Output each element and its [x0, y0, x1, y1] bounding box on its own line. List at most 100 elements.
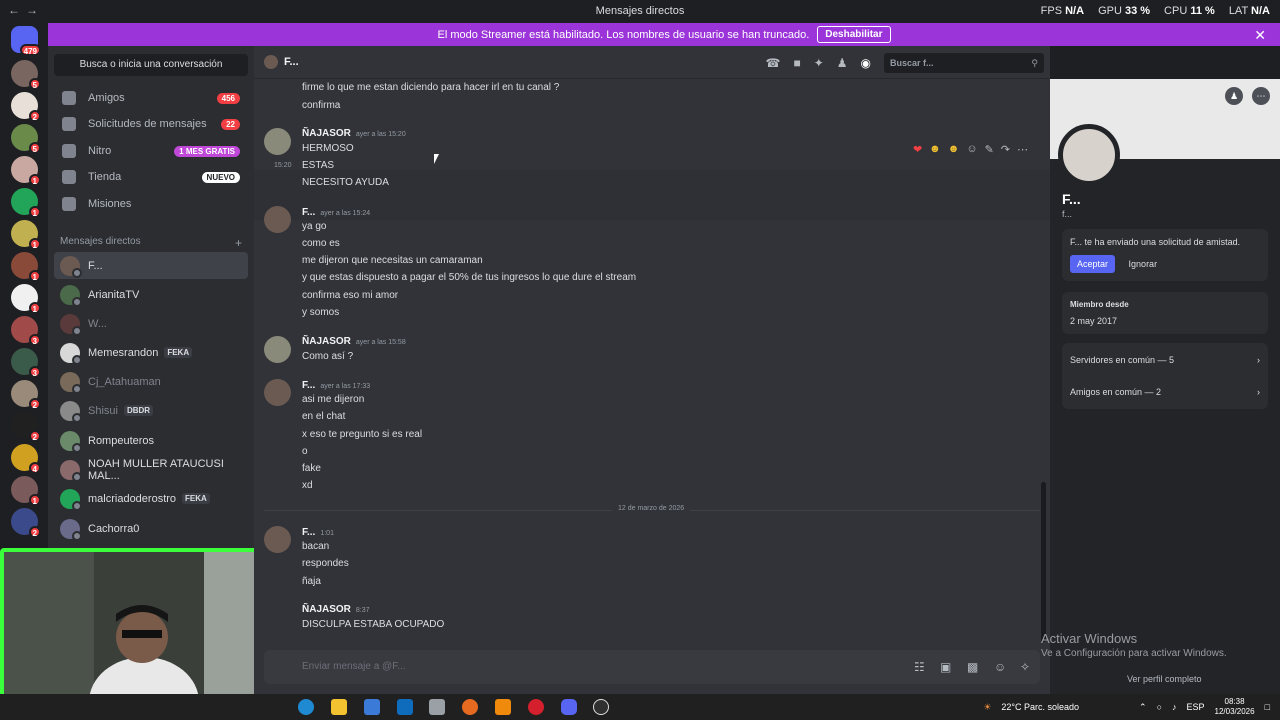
avatar[interactable] [264, 526, 291, 553]
edit-icon[interactable]: ✎ [985, 143, 994, 156]
message-timestamp: 1:01 [320, 530, 334, 537]
server-icon[interactable]: 5 [11, 60, 41, 90]
server-icon[interactable]: 3 [11, 316, 41, 346]
dm-item[interactable]: Shisui DBDR [54, 397, 248, 424]
weather-text[interactable]: 22°C Parc. soleado [1001, 702, 1079, 712]
ignore-button[interactable]: Ignorar [1122, 255, 1165, 273]
video-call-icon[interactable]: ■ [793, 56, 800, 70]
dm-item[interactable]: malcriadoderostro FEKA [54, 485, 248, 512]
vlc-icon[interactable] [495, 699, 511, 715]
day-separator: 12 de marzo de 2026 [264, 505, 1040, 512]
discord-icon[interactable] [561, 699, 577, 715]
firefox-icon[interactable] [462, 699, 478, 715]
add-dm-icon[interactable]: + [235, 236, 242, 250]
apps-icon[interactable]: ✧ [1020, 660, 1030, 674]
user-profile-icon[interactable]: ◉ [861, 56, 871, 70]
nav-shop[interactable]: Tienda NUEVO [54, 164, 248, 190]
message-text: bacan [302, 541, 330, 552]
dm-item[interactable]: ArianitaTV [54, 281, 248, 308]
server-icon[interactable]: 3 [11, 348, 41, 378]
outlook-icon[interactable] [397, 699, 413, 715]
search-conversation-button[interactable]: Busca o inicia una conversación [54, 54, 248, 76]
message-author[interactable]: ÑAJASOR ayer a las 15:20 [302, 128, 406, 139]
message-text: y que estas dispuesto a pagar el 50% de … [302, 272, 637, 283]
sticker-icon[interactable]: ▩ [967, 660, 978, 674]
avatar[interactable] [264, 206, 291, 233]
dm-item[interactable]: NOAH MULLER ATAUCUSI MAL... [54, 456, 248, 483]
nav-quests[interactable]: Misiones [54, 191, 248, 217]
message-input[interactable]: Enviar mensaje a @F... ☷ ▣ ▩ ☺ ✧ [264, 650, 1040, 684]
language-indicator[interactable]: ESP [1187, 702, 1205, 712]
server-icon[interactable]: 2 [11, 412, 41, 442]
avatar[interactable] [264, 336, 291, 363]
more-icon[interactable]: ⋯ [1017, 143, 1028, 156]
server-icon[interactable]: 2 [11, 380, 41, 410]
nav-message-requests[interactable]: Solicitudes de mensajes 22 [54, 111, 248, 137]
avatar[interactable] [264, 128, 291, 155]
dm-item[interactable]: Memesrandon FEKA [54, 339, 248, 366]
server-icon[interactable]: 5 [11, 124, 41, 154]
message-author[interactable]: ÑAJASOR ayer a las 15:58 [302, 336, 406, 347]
full-profile-link[interactable]: Ver perfil completo [1127, 674, 1202, 684]
mutual-servers[interactable]: Servidores en común — 5 › [1070, 351, 1260, 369]
hover-timestamp: 15:20 [274, 162, 292, 169]
server-icon[interactable]: 1 [11, 284, 41, 314]
profile-avatar[interactable] [1058, 124, 1120, 186]
server-icon[interactable]: 4 [11, 444, 41, 474]
scrollbar[interactable] [1041, 482, 1046, 642]
gif-icon[interactable]: ▣ [940, 660, 951, 674]
message-author[interactable]: F... ayer a las 15:24 [302, 207, 370, 218]
nav-friends[interactable]: Amigos 456 [54, 85, 248, 111]
disable-button[interactable]: Deshabilitar [817, 26, 891, 43]
chevron-up-icon[interactable]: ⌃ [1139, 702, 1147, 713]
add-friend-icon[interactable]: ♟ [1225, 87, 1243, 105]
avatar[interactable] [264, 379, 291, 406]
voice-call-icon[interactable]: ☎ [765, 56, 780, 70]
message-timestamp: ayer a las 15:58 [355, 339, 406, 346]
volume-icon[interactable]: ♪ [1172, 702, 1177, 712]
nav-nitro[interactable]: Nitro 1 MES GRATIS [54, 138, 248, 164]
obs-icon[interactable] [593, 699, 609, 715]
gift-icon[interactable]: ☷ [914, 660, 925, 674]
home-button[interactable]: 479 [11, 26, 41, 56]
server-icon[interactable]: 2 [11, 508, 41, 538]
heart-reaction-icon[interactable]: ❤ [913, 143, 922, 156]
close-icon[interactable]: ✕ [1254, 27, 1266, 44]
message-text: asi me dijeron [302, 394, 365, 405]
forward-icon[interactable]: ↷ [1001, 143, 1010, 156]
message-author[interactable]: F... ayer a las 17:33 [302, 380, 370, 391]
opera-icon[interactable] [528, 699, 544, 715]
dm-item[interactable]: W... [54, 310, 248, 337]
add-reaction-icon[interactable]: ☺ [966, 143, 977, 156]
server-icon[interactable]: 2 [11, 92, 41, 122]
app-icon[interactable] [429, 699, 445, 715]
notifications-icon[interactable]: □ [1265, 702, 1270, 712]
emoji-icon[interactable]: ☺ [994, 660, 1006, 674]
add-friends-icon[interactable]: ♟ [837, 56, 848, 70]
network-icon[interactable]: ○ [1157, 702, 1162, 712]
dm-item[interactable]: Cj_Atahuaman [54, 368, 248, 395]
message-timestamp: ayer a las 17:33 [320, 383, 371, 390]
server-icon[interactable]: 1 [11, 156, 41, 186]
folder-icon[interactable] [331, 699, 347, 715]
dm-item[interactable]: Rompeuteros [54, 427, 248, 454]
server-icon[interactable]: 1 [11, 252, 41, 282]
mutual-friends[interactable]: Amigos en común — 2 › [1070, 383, 1260, 401]
dm-item[interactable]: Cachorra0 [54, 515, 248, 542]
server-icon[interactable]: 1 [11, 220, 41, 250]
avatar [60, 255, 82, 278]
love-eyes-reaction-icon[interactable]: ☻ [948, 143, 960, 156]
edge-icon[interactable] [298, 699, 314, 715]
server-icon[interactable]: 1 [11, 476, 41, 506]
message-author[interactable]: ÑAJASOR 8:37 [302, 604, 370, 615]
laugh-reaction-icon[interactable]: ☻ [929, 143, 941, 156]
message-author[interactable]: F... 1:01 [302, 527, 334, 538]
dm-item[interactable]: F... [54, 252, 248, 279]
accept-button[interactable]: Aceptar [1070, 255, 1116, 273]
search-input[interactable]: Buscar f... ⚲ [884, 52, 1044, 73]
pin-icon[interactable]: ✦ [814, 56, 824, 70]
clock[interactable]: 08:38 12/03/2026 [1215, 697, 1255, 717]
server-icon[interactable]: 1 [11, 188, 41, 218]
store-icon[interactable] [364, 699, 380, 715]
more-icon[interactable]: ⋯ [1252, 87, 1270, 105]
